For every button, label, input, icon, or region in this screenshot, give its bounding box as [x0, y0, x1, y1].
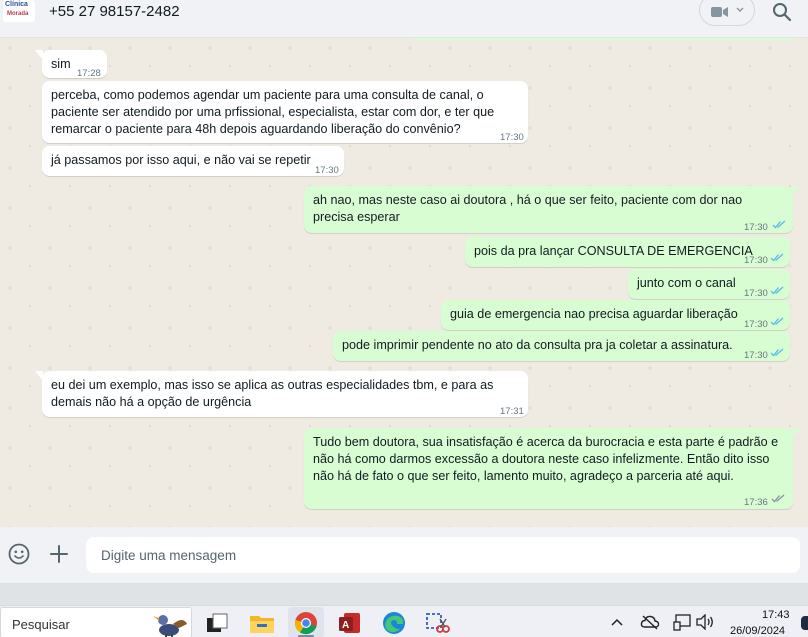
access-icon[interactable]: A: [336, 610, 364, 636]
message-incoming[interactable]: já passamos por isso aqui, e não vai se …: [42, 146, 344, 176]
message-outgoing[interactable]: junto com o canal 17:30: [628, 269, 790, 299]
video-camera-icon: [711, 7, 728, 17]
message-text: Tudo bem doutora, sua insatisfação é ace…: [313, 435, 779, 483]
read-receipt-icon: [771, 494, 785, 503]
message-text: sim: [51, 57, 71, 71]
message-outgoing[interactable]: guia de emergencia nao precisa aguardar …: [441, 300, 790, 330]
clock-time[interactable]: 17:43: [762, 609, 790, 621]
message-time: 17:30: [315, 165, 339, 176]
read-receipt-icon: [772, 220, 786, 229]
message-text: pois da pra lançar CONSULTA DE EMERGENCI…: [474, 244, 753, 258]
clock-date[interactable]: 26/09/2024: [730, 625, 785, 637]
message-time: 17:30: [744, 350, 768, 361]
file-explorer-icon[interactable]: [248, 610, 276, 636]
read-receipt-icon: [770, 286, 784, 295]
message-incoming[interactable]: sim 17:28: [35, 50, 107, 79]
bubble-tail: [792, 428, 800, 438]
message-time: 17:30: [744, 255, 768, 266]
contact-avatar[interactable]: Clínica Morada: [3, 0, 35, 22]
task-view-icon[interactable]: [203, 610, 231, 636]
message-outgoing[interactable]: ah nao, mas neste caso ai doutora , há o…: [304, 186, 800, 233]
message-text: pode imprimir pendente no ato da consult…: [342, 338, 733, 352]
emoji-icon[interactable]: [8, 543, 30, 565]
message-text: guia de emergencia nao precisa aguardar …: [450, 307, 738, 321]
edge-icon[interactable]: [380, 610, 408, 636]
previous-message-fragment: [412, 38, 796, 40]
message-text: eu dei um exemplo, mas isso se aplica as…: [51, 378, 494, 409]
svg-text:A: A: [342, 620, 349, 631]
message-text: já passamos por isso aqui, e não vai se …: [51, 153, 311, 167]
message-incoming[interactable]: eu dei um exemplo, mas isso se aplica as…: [35, 371, 528, 417]
network-icon[interactable]: [673, 614, 691, 631]
read-receipt-icon: [770, 253, 784, 262]
search-highlight-icon: [153, 615, 187, 637]
contact-name[interactable]: +55 27 98157-2482: [49, 3, 180, 20]
windows-taskbar: Pesquisar A 17:43 26/09/2024: [0, 605, 808, 637]
message-text: ah nao, mas neste caso ai doutora , há o…: [313, 193, 743, 224]
message-outgoing[interactable]: pois da pra lançar CONSULTA DE EMERGENCI…: [465, 237, 790, 267]
message-time: 17:30: [744, 222, 768, 233]
chat-header: Clínica Morada +55 27 98157-2482: [0, 0, 808, 38]
message-time: 17:31: [500, 406, 524, 417]
message-time: 17:36: [744, 497, 768, 508]
chevron-up-icon[interactable]: [611, 618, 623, 626]
message-incoming[interactable]: perceba, como podemos agendar um pacient…: [42, 81, 528, 143]
bubble-tail: [792, 186, 800, 196]
bubble-tail: [35, 371, 43, 381]
chevron-down-icon: [736, 7, 744, 12]
compose-bar: [0, 527, 808, 583]
message-time: 17:28: [77, 68, 101, 79]
message-input[interactable]: [86, 537, 800, 573]
video-call-button[interactable]: [699, 0, 755, 26]
message-text: perceba, como podemos agendar um pacient…: [51, 88, 495, 136]
message-outgoing[interactable]: Tudo bem doutora, sua insatisfação é ace…: [304, 428, 800, 509]
snipping-tool-icon[interactable]: [424, 610, 452, 636]
volume-icon[interactable]: [696, 614, 714, 630]
bubble-tail: [35, 50, 43, 60]
message-text: junto com o canal: [637, 276, 736, 290]
notification-icon[interactable]: [801, 616, 808, 630]
taskbar-search-label: Pesquisar: [12, 617, 70, 632]
message-outgoing[interactable]: pode imprimir pendente no ato da consult…: [333, 331, 790, 361]
window-bottom-strip: [0, 583, 808, 605]
attach-plus-icon[interactable]: [48, 543, 70, 565]
read-receipt-icon: [770, 317, 784, 326]
cloud-offline-icon[interactable]: [640, 614, 660, 630]
avatar-logo-text-bottom: Morada: [7, 11, 29, 17]
message-time: 17:30: [500, 132, 524, 143]
avatar-logo-text-top: Clínica: [5, 1, 28, 8]
taskbar-search-box[interactable]: Pesquisar: [0, 607, 192, 637]
chrome-icon[interactable]: [292, 610, 320, 636]
read-receipt-icon: [770, 348, 784, 357]
chat-area[interactable]: sim 17:28 perceba, como podemos agendar …: [0, 38, 808, 527]
search-icon[interactable]: [772, 2, 792, 22]
